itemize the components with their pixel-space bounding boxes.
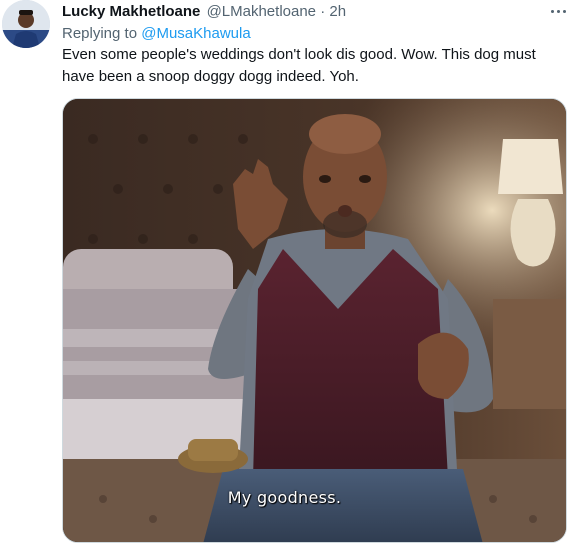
author-name[interactable]: Lucky Makhetloane: [62, 3, 200, 20]
avatar[interactable]: [2, 0, 50, 48]
more-horizontal-icon[interactable]: [547, 2, 569, 20]
author-handle[interactable]: @LMakhetloane: [207, 3, 316, 20]
tweet-media[interactable]: My goodness.: [62, 98, 567, 543]
replying-to-label: Replying to: [62, 25, 138, 42]
media-caption: My goodness.: [63, 488, 566, 507]
tweet-text: Even some people's weddings don't look d…: [62, 46, 536, 85]
caption-text: My goodness.: [227, 488, 342, 507]
tweet-timestamp[interactable]: 2h: [329, 3, 346, 20]
tweet-header: Lucky Makhetloane @LMakhetloane · 2h: [62, 2, 346, 22]
tweet: Lucky Makhetloane @LMakhetloane · 2h Rep…: [0, 0, 587, 549]
replying-to-handle[interactable]: @MusaKhawula: [141, 25, 250, 42]
replying-to-line: Replying to @MusaKhawula: [62, 24, 251, 44]
separator-dot: ·: [320, 3, 326, 20]
media-image: [63, 99, 566, 542]
